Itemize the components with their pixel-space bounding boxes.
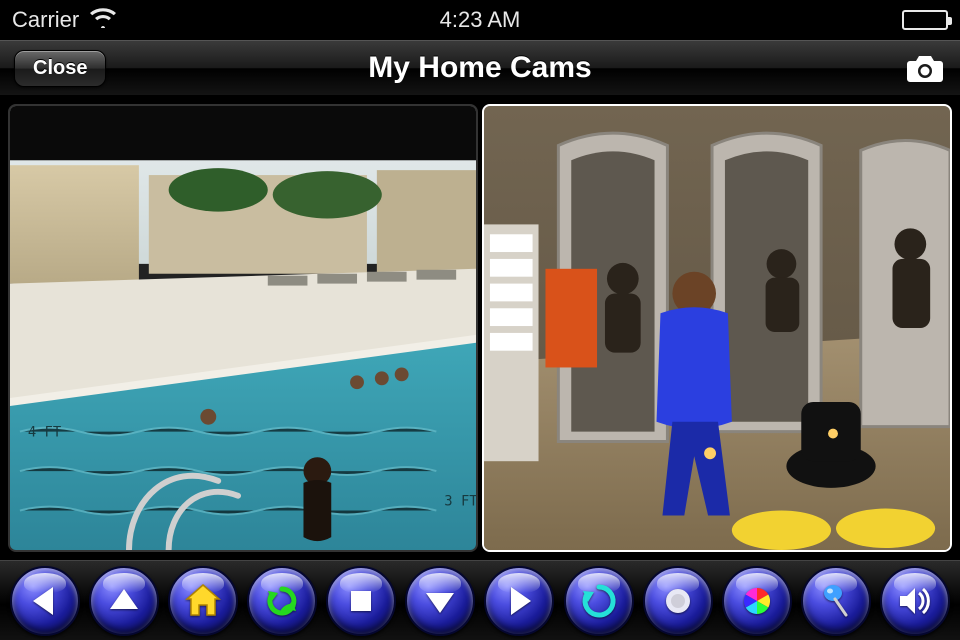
speaker-icon (895, 581, 935, 621)
page-title: My Home Cams (0, 51, 960, 85)
color-wheel-icon (737, 581, 777, 621)
snapshot-button[interactable] (904, 52, 946, 84)
status-bar: Carrier 4:23 AM (0, 0, 960, 40)
nav-bar: Close My Home Cams (0, 40, 960, 96)
pan-right-button[interactable] (484, 566, 554, 636)
pin-button[interactable] (801, 566, 871, 636)
close-button[interactable]: Close (14, 50, 106, 87)
audio-button[interactable] (880, 566, 950, 636)
left-arrow-icon (25, 581, 65, 621)
camera-tile-salon[interactable] (482, 104, 952, 552)
camera-grid: 4 FT 3 FT (0, 96, 960, 560)
right-arrow-icon (499, 581, 539, 621)
refresh-button[interactable] (247, 566, 317, 636)
home-icon (183, 581, 223, 621)
carrier-label: Carrier (12, 7, 79, 33)
up-arrow-icon (104, 581, 144, 621)
home-button[interactable] (168, 566, 238, 636)
toolbar (0, 560, 960, 640)
refresh-icon (262, 581, 302, 621)
color-button[interactable] (722, 566, 792, 636)
wifi-icon (89, 6, 117, 34)
reload-swirl-icon (579, 581, 619, 621)
salon-cam-image (484, 106, 950, 550)
record-button[interactable] (643, 566, 713, 636)
down-arrow-icon (420, 581, 460, 621)
svg-text:4 FT: 4 FT (28, 425, 62, 441)
svg-text:3 FT: 3 FT (444, 494, 476, 510)
pin-icon (816, 581, 856, 621)
stop-button[interactable] (326, 566, 396, 636)
reload-button[interactable] (564, 566, 634, 636)
pool-cam-image: 4 FT 3 FT (10, 106, 476, 550)
pan-down-button[interactable] (405, 566, 475, 636)
record-icon (658, 581, 698, 621)
stop-icon (341, 581, 381, 621)
battery-icon (902, 10, 948, 30)
camera-tile-pool[interactable]: 4 FT 3 FT (8, 104, 478, 552)
pan-up-button[interactable] (89, 566, 159, 636)
camera-icon (905, 52, 945, 84)
pan-left-button[interactable] (10, 566, 80, 636)
